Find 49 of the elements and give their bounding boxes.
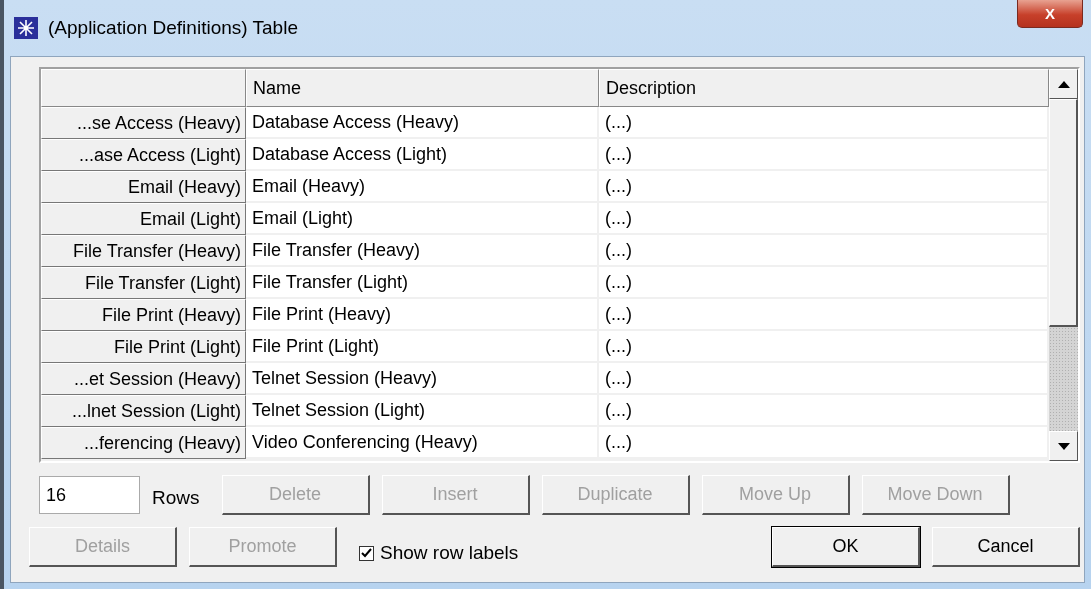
row-label[interactable]: File Transfer (Light) <box>41 267 246 299</box>
table-cell: File Print (Light) <box>246 331 599 363</box>
table-cell: (...) <box>599 331 1049 363</box>
table-cell: Database Access (Light) <box>246 139 599 171</box>
rows-field[interactable]: 16 <box>39 476 140 514</box>
table-cell: (...) <box>599 267 1049 299</box>
table-cell: File Transfer (Light) <box>246 267 599 299</box>
table-cell: (...) <box>599 363 1049 395</box>
table-cell: (...) <box>599 203 1049 235</box>
column-header[interactable]: Description <box>599 69 1049 107</box>
table-cell: Telnet Session (Heavy) <box>246 363 599 395</box>
scroll-down-button[interactable] <box>1049 431 1078 461</box>
row-label[interactable]: Email (Heavy) <box>41 171 246 203</box>
star-icon <box>14 17 38 39</box>
row-label[interactable]: File Print (Heavy) <box>41 299 246 331</box>
show-row-labels-checkbox[interactable]: Show row labels <box>359 542 519 564</box>
column-header[interactable]: Name <box>246 69 599 107</box>
table-cell: (...) <box>599 395 1049 427</box>
scrollbar-thumb[interactable] <box>1049 99 1078 327</box>
row-label[interactable]: ...ferencing (Heavy) <box>41 427 246 459</box>
cancel-button[interactable]: Cancel <box>932 527 1080 567</box>
table-cell: Email (Light) <box>246 203 599 235</box>
up-arrow-icon <box>1057 80 1070 88</box>
table-cell: (...) <box>599 171 1049 203</box>
table-cell: (...) <box>599 107 1049 139</box>
row-label[interactable]: ...ase Access (Light) <box>41 139 246 171</box>
close-button[interactable]: X <box>1017 0 1083 28</box>
table-cell: File Transfer (Heavy) <box>246 235 599 267</box>
row-label[interactable]: ...se Access (Heavy) <box>41 107 246 139</box>
table-cell: (...) <box>599 299 1049 331</box>
table-cell: Email (Heavy) <box>246 171 599 203</box>
ok-button[interactable]: OK <box>772 527 920 567</box>
table-cell: Database Access (Heavy) <box>246 107 599 139</box>
row-label[interactable]: File Print (Light) <box>41 331 246 363</box>
table-cell: (...) <box>599 139 1049 171</box>
scroll-up-button[interactable] <box>1049 69 1078 99</box>
table-cell: (...) <box>599 427 1049 459</box>
table-cell: (...) <box>599 235 1049 267</box>
row-label[interactable]: File Transfer (Heavy) <box>41 235 246 267</box>
table-cell: File Print (Heavy) <box>246 299 599 331</box>
window-title: (Application Definitions) Table <box>48 17 298 39</box>
rows-label: Rows <box>152 487 200 509</box>
table-cell: Video Conferencing (Heavy) <box>246 427 599 459</box>
row-label[interactable]: ...et Session (Heavy) <box>41 363 246 395</box>
row-label[interactable]: Email (Light) <box>41 203 246 235</box>
down-arrow-icon <box>1057 442 1070 450</box>
checkmark-icon <box>361 548 372 558</box>
row-label[interactable]: ...lnet Session (Light) <box>41 395 246 427</box>
table-cell: Telnet Session (Light) <box>246 395 599 427</box>
